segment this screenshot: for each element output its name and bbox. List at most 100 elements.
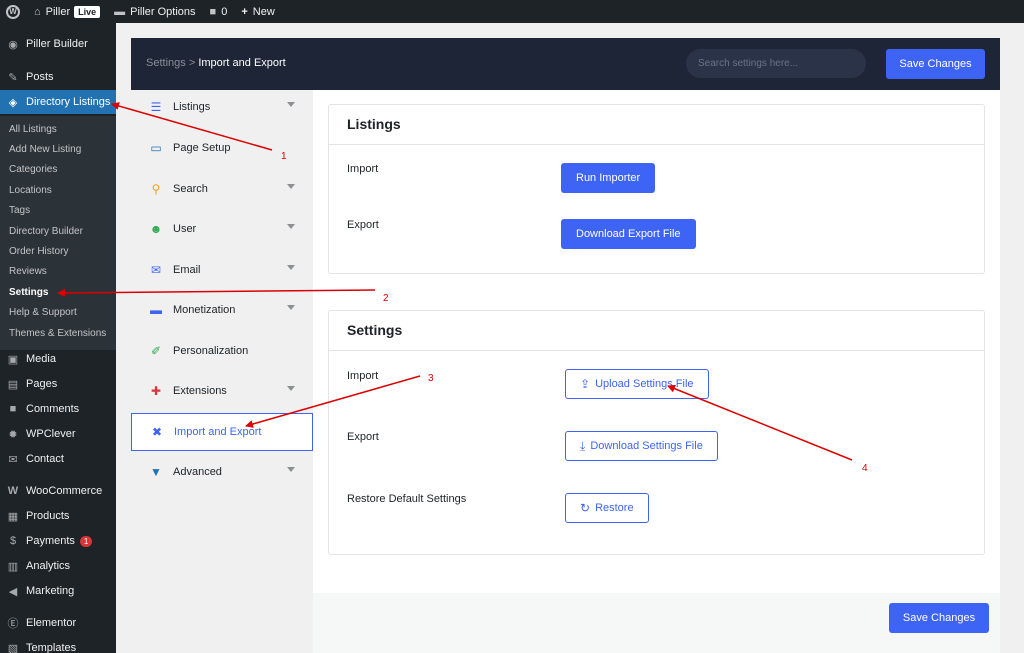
nav-item-user[interactable]: ☻ User (131, 210, 313, 248)
annotation-number-2: 2 (383, 293, 389, 304)
media-icon: ▣ (7, 353, 19, 366)
piller-options-link[interactable]: ▬ Piller Options (114, 6, 195, 18)
submenu-tags[interactable]: Tags (9, 205, 30, 216)
submenu-locations[interactable]: Locations (9, 185, 52, 196)
submenu-categories[interactable]: Categories (9, 164, 57, 175)
nav-label: Page Setup (173, 142, 231, 154)
directory-icon: ◈ (8, 96, 18, 109)
menu-label: Elementor (26, 617, 77, 629)
chevron-down-icon (287, 386, 295, 391)
menu-item-marketing[interactable]: ◀ Marketing (0, 579, 116, 603)
menu-item-media[interactable]: ▣ Media (0, 347, 116, 371)
menu-label: Posts (26, 71, 54, 83)
submenu-help-support[interactable]: Help & Support (9, 307, 77, 318)
site-name-link[interactable]: ⌂ Piller Live (34, 5, 101, 18)
download-export-file-button[interactable]: Download Export File (561, 219, 696, 249)
comments-link[interactable]: ■ 0 (210, 6, 228, 18)
submenu-reviews[interactable]: Reviews (9, 266, 47, 277)
menu-item-woocommerce[interactable]: W WooCommerce (0, 479, 116, 503)
menu-item-pages[interactable]: ▤ Pages (0, 372, 116, 396)
breadcrumb-root[interactable]: Settings (146, 57, 186, 69)
upload-settings-file-button[interactable]: ⇪ Upload Settings File (565, 369, 709, 399)
nav-label: Monetization (173, 304, 236, 316)
site-name: Piller (45, 5, 71, 18)
nav-item-listings[interactable]: ☰ Listings (131, 88, 313, 126)
credit-card-icon: ▬ (150, 303, 162, 317)
header-save-changes-button[interactable]: Save Changes (886, 49, 985, 79)
nav-label: Advanced (173, 466, 222, 478)
footer-save-changes-button[interactable]: Save Changes (889, 603, 989, 633)
nav-item-personalization[interactable]: ✐ Personalization (131, 332, 313, 370)
submenu-themes-extensions[interactable]: Themes & Extensions (9, 328, 106, 339)
piller-builder-icon: ◉ (8, 38, 18, 51)
chevron-down-icon (287, 184, 295, 189)
list-icon: ☰ (150, 100, 162, 114)
users-icon: ☻ (149, 222, 163, 236)
annotation-number-1: 1 (281, 151, 287, 162)
pages-icon: ▤ (7, 378, 19, 391)
restore-label: Restore (595, 502, 634, 514)
templates-icon: ▧ (7, 642, 19, 653)
filter-icon: ▼ (150, 465, 162, 479)
run-importer-button[interactable]: Run Importer (561, 163, 656, 193)
download-settings-file-button[interactable]: ⤓ Download Settings File (565, 431, 718, 461)
puzzle-icon: ✚ (150, 384, 162, 398)
menu-item-elementor[interactable]: Ⓔ Elementor (0, 611, 116, 635)
menu-label: Pages (26, 378, 58, 390)
chevron-down-icon (287, 102, 295, 107)
menu-item-piller-builder[interactable]: ◉ Piller Builder (0, 32, 116, 56)
products-icon: ▦ (7, 510, 19, 523)
nav-item-search[interactable]: ⚲ Search (131, 170, 313, 208)
payments-badge: 1 (79, 535, 93, 547)
restore-button[interactable]: ↻ Restore (565, 493, 649, 523)
menu-item-analytics[interactable]: ▥ Analytics (0, 554, 116, 578)
plus-icon: + (241, 5, 248, 18)
submenu-all-listings[interactable]: All Listings (9, 124, 57, 135)
nav-item-import-and-export[interactable]: ✖ Import and Export (131, 413, 313, 451)
listings-export-label: Export (347, 219, 379, 231)
nav-label: Personalization (173, 345, 249, 357)
menu-item-posts[interactable]: ✎ Posts (0, 65, 116, 89)
monitor-icon: ▭ (150, 141, 162, 155)
nav-label: Import and Export (174, 426, 262, 438)
comments-count: 0 (221, 5, 228, 18)
submenu-order-history[interactable]: Order History (9, 246, 68, 257)
menu-item-directory-listings[interactable]: ◈ Directory Listings (0, 90, 116, 114)
nav-item-email[interactable]: ✉ Email (131, 251, 313, 289)
chevron-down-icon (287, 224, 295, 229)
settings-nav: ☰ Listings ▭ Page Setup ⚲ Search ☻ User … (131, 90, 313, 653)
settings-footer: Save Changes (313, 593, 1000, 653)
payments-icon: $ (9, 535, 17, 547)
menu-label: Analytics (26, 560, 71, 572)
download-icon: ⤓ (580, 438, 586, 453)
wordpress-logo-button[interactable]: W (6, 4, 20, 19)
search-icon: ⚲ (151, 182, 161, 196)
menu-item-templates[interactable]: ▧ Templates (0, 636, 116, 653)
menu-item-products[interactable]: ▦ Products (0, 504, 116, 528)
menu-item-wpclever[interactable]: ✹ WPClever (0, 422, 116, 446)
nav-item-monetization[interactable]: ▬ Monetization (131, 291, 313, 329)
brush-icon: ✐ (150, 344, 162, 358)
settings-card-title: Settings (347, 322, 403, 338)
menu-label: WPClever (26, 428, 76, 440)
submenu-settings[interactable]: Settings (9, 287, 48, 298)
settings-search-input[interactable]: Search settings here... (686, 49, 866, 78)
settings-card: Settings Import ⇪ Upload Settings File E… (328, 310, 985, 555)
menu-label: WooCommerce (26, 485, 103, 497)
mail-icon: ✉ (8, 453, 18, 466)
submenu-add-new-listing[interactable]: Add New Listing (9, 144, 81, 155)
nav-label: Email (173, 264, 201, 276)
menu-item-contact[interactable]: ✉ Contact (0, 447, 116, 471)
menu-item-payments[interactable]: $ Payments 1 (0, 529, 116, 553)
piller-options-label: Piller Options (130, 5, 196, 18)
submenu-directory-builder[interactable]: Directory Builder (9, 226, 83, 237)
comment-bubble-icon: ■ (209, 5, 217, 18)
nav-label: Listings (173, 101, 211, 113)
menu-label: Payments (26, 535, 75, 547)
menu-label: Piller Builder (26, 38, 88, 50)
new-content-link[interactable]: + New (241, 6, 274, 18)
nav-item-extensions[interactable]: ✚ Extensions (131, 372, 313, 410)
nav-item-advanced[interactable]: ▼ Advanced (131, 453, 313, 491)
listings-card: Listings Import Run Importer Export Down… (328, 104, 985, 274)
menu-item-comments[interactable]: ■ Comments (0, 397, 116, 421)
